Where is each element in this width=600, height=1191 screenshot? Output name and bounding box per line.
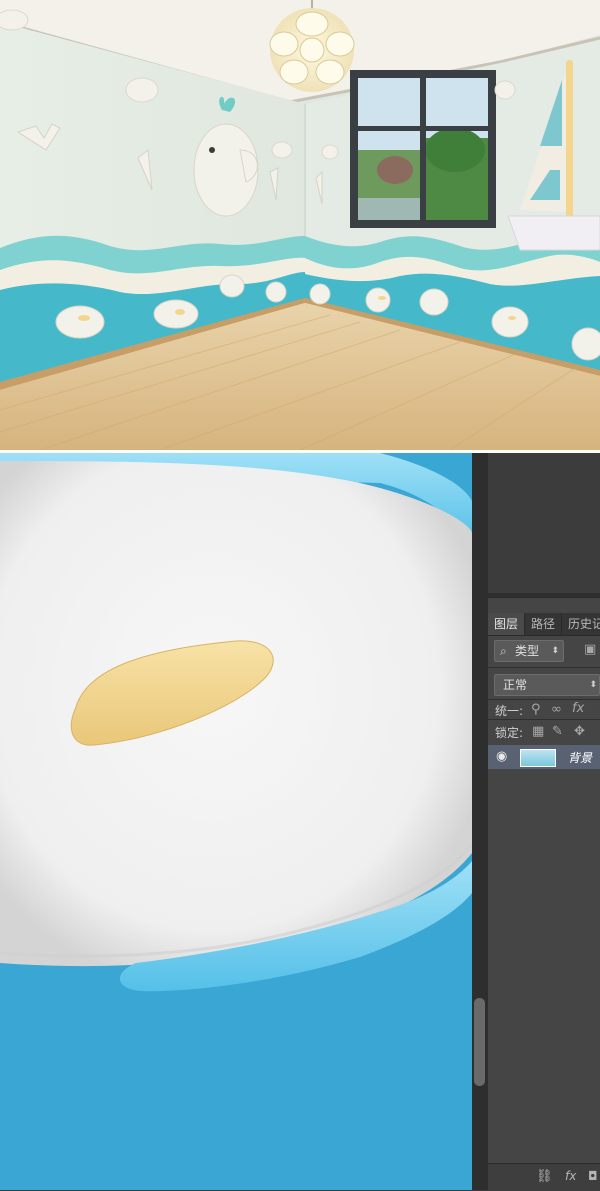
updown-arrows-icon: ⬍	[551, 646, 559, 656]
layers-panel: 图层 路径 历史记 ⌕ 类型 ⬍ ▣ 正常 ⬍ 统一: ⚲ ∞ fx 锁定: ▦…	[488, 453, 600, 1191]
panel-row-separator	[488, 667, 600, 668]
tab-layers[interactable]: 图层	[488, 613, 526, 635]
blend-mode-value: 正常	[503, 678, 528, 692]
lock-paint-icon[interactable]: ✎	[552, 725, 563, 739]
link-icon[interactable]: ⛓	[536, 1169, 553, 1184]
layer-name[interactable]: 背景	[568, 749, 592, 766]
layer-thumbnail	[520, 749, 556, 767]
tab-history[interactable]: 历史记	[562, 613, 600, 635]
scrollbar-thumb[interactable]	[474, 998, 485, 1086]
canvas-vertical-scrollbar[interactable]	[472, 453, 488, 1190]
search-icon: ⌕	[500, 644, 507, 658]
filter-label: 类型	[515, 644, 540, 658]
upper-panel-area	[488, 453, 600, 598]
lock-move-icon[interactable]: ✥	[574, 725, 585, 739]
fx-icon[interactable]: fx	[565, 1169, 576, 1183]
blend-mode-select[interactable]: 正常 ⬍	[494, 674, 600, 696]
lock-transparent-icon[interactable]: ▦	[532, 725, 544, 739]
unify-visibility-icon[interactable]: ∞	[551, 703, 562, 717]
unify-position-icon[interactable]: ⚲	[531, 703, 541, 717]
image-filter-icon[interactable]: ▣	[584, 643, 596, 657]
layer-filter-select[interactable]: ⌕ 类型 ⬍	[494, 640, 564, 662]
unify-style-icon[interactable]: fx	[572, 702, 584, 716]
mask-icon[interactable]: ◘	[588, 1169, 598, 1183]
room-render-image	[0, 0, 600, 450]
panel-separator	[488, 593, 600, 597]
document-canvas[interactable]	[0, 453, 472, 1190]
tab-paths[interactable]: 路径	[525, 613, 563, 635]
lock-label: 锁定:	[495, 726, 524, 740]
layers-panel-footer: ⛓ fx ◘	[488, 1163, 600, 1191]
layer-row-background[interactable]: ◉ 背景	[488, 745, 600, 769]
updown-arrows-icon: ⬍	[589, 680, 597, 690]
eye-icon[interactable]: ◉	[496, 749, 507, 764]
panel-row-separator	[488, 719, 600, 720]
panel-row-separator	[488, 699, 600, 700]
panel-tabs: 图层 路径 历史记	[488, 613, 600, 636]
unify-label: 统一:	[495, 704, 524, 718]
